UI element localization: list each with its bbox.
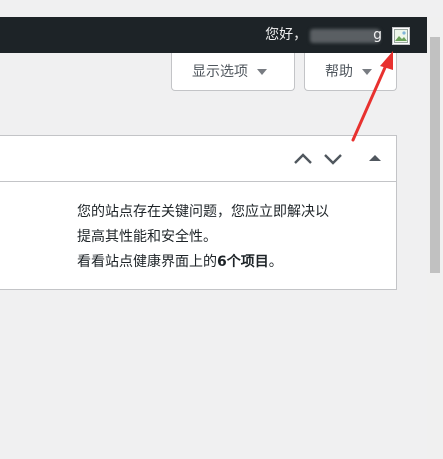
notice-line-3-suffix: 。 [268, 254, 283, 270]
move-down-button[interactable] [322, 148, 344, 170]
scrollbar-thumb[interactable] [430, 37, 440, 273]
vertical-scrollbar[interactable] [427, 17, 443, 459]
chevron-up-icon [294, 153, 312, 164]
screen-options-button[interactable]: 显示选项 [171, 53, 295, 91]
notice-line-3: 看看站点健康界面上的6个项目。 [77, 250, 377, 275]
admin-bar: 您好， g [0, 17, 443, 53]
help-button[interactable]: 帮助 [304, 53, 397, 91]
widget-content: 您的站点存在关键问题，您应立即解决以 提高其性能和安全性。 看看站点健康界面上的… [77, 200, 377, 275]
avatar[interactable] [392, 27, 410, 45]
username-tail: g [373, 27, 382, 43]
notice-line-3-prefix: 看看站点健康界面上的 [77, 254, 217, 270]
caret-down-icon [362, 69, 372, 75]
chevron-down-icon [324, 154, 342, 165]
move-up-button[interactable] [292, 148, 314, 170]
site-health-items-link[interactable]: 6个项目 [217, 254, 269, 270]
triangle-up-icon [369, 155, 381, 161]
account-greeting[interactable]: 您好， g [265, 17, 382, 53]
help-label: 帮助 [325, 64, 353, 80]
screen-options-label: 显示选项 [192, 64, 248, 80]
caret-down-icon [257, 69, 267, 75]
notice-line-1: 您的站点存在关键问题，您应立即解决以 [77, 204, 329, 220]
broken-image-icon [394, 29, 408, 43]
notice-line-2: 提高其性能和安全性。 [77, 229, 217, 245]
site-health-widget: 您的站点存在关键问题，您应立即解决以 提高其性能和安全性。 看看站点健康界面上的… [0, 135, 397, 290]
widget-header [0, 136, 396, 182]
greeting-text: 您好， [265, 27, 308, 43]
toggle-panel-button[interactable] [364, 148, 386, 170]
